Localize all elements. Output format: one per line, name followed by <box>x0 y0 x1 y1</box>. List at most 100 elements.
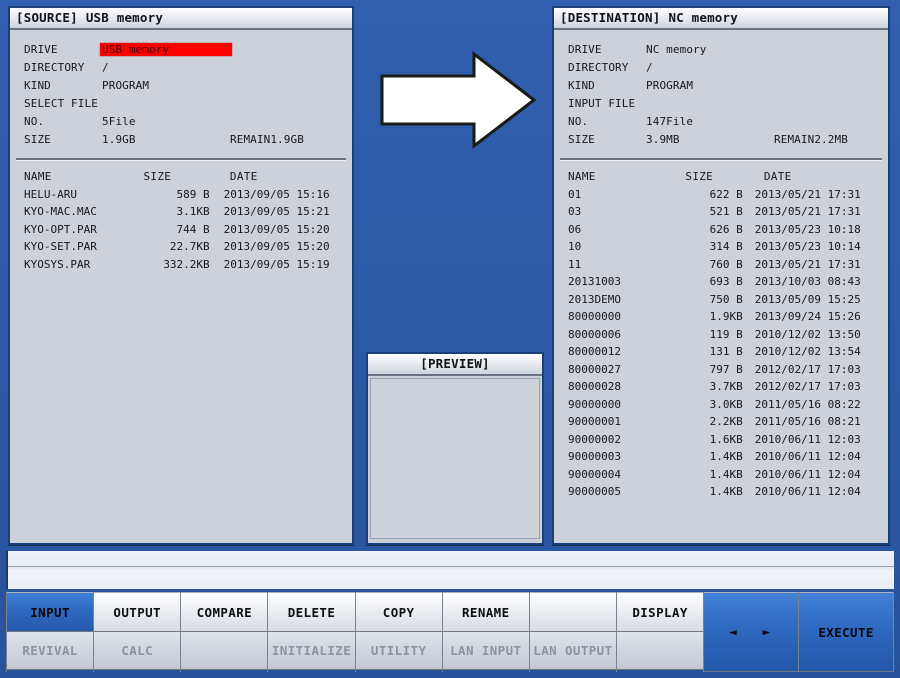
file-row[interactable]: KYO-OPT.PAR 744 B 2013/09/05 15:20 <box>24 221 342 239</box>
file-row[interactable]: 90000000 3.0KB 2011/05/16 08:22 <box>568 396 878 414</box>
source-info-extra: REMAIN1.9GB <box>230 132 304 146</box>
file-row[interactable]: 80000000 1.9KB 2013/09/24 15:26 <box>568 308 878 326</box>
softkey-lan-output[interactable]: LAN OUTPUT <box>529 632 616 670</box>
source-info-label: NO. <box>24 114 45 128</box>
file-date: 2013/10/03 08:43 <box>754 275 861 288</box>
file-row[interactable]: HELU-ARU 589 B 2013/09/05 15:16 <box>24 186 342 204</box>
source-info-row: DIRECTORY / <box>10 58 352 76</box>
file-date: 2013/05/23 10:18 <box>754 222 861 236</box>
file-size: 589 B <box>176 187 210 201</box>
file-row[interactable]: 80000006 119 B 2010/12/02 13:50 <box>568 326 878 344</box>
softkey-column: DISPLAY <box>616 592 705 672</box>
destination-column-header-size: SIZE <box>685 170 714 183</box>
file-date: 2013/05/21 17:31 <box>754 205 861 218</box>
softkey-calc[interactable]: CALC <box>94 632 181 670</box>
file-row[interactable]: 90000002 1.6KB 2010/06/11 12:03 <box>568 431 878 449</box>
softkey-input[interactable]: INPUT <box>7 592 94 632</box>
destination-file-list[interactable]: NAME SIZE DATE 01 622 B 2013/05/21 17:31 03 521… <box>554 161 888 501</box>
source-info-value[interactable]: USB memory <box>100 42 232 56</box>
softkey-empty-top <box>529 592 616 632</box>
destination-info-label: INPUT FILE <box>568 96 636 110</box>
file-name: 03 <box>568 205 582 218</box>
file-row[interactable]: 80000027 797 B 2012/02/17 17:03 <box>568 361 878 379</box>
work-area: [SOURCE] USB memory DRIVE USB memory DIRECT… <box>0 0 900 548</box>
source-info-row: NO. 5File <box>10 112 352 130</box>
file-size: 760 B <box>709 257 743 271</box>
execute-button[interactable]: EXECUTE <box>799 592 894 672</box>
file-row[interactable]: KYO-SET.PAR 22.7KB 2013/09/05 15:20 <box>24 238 342 256</box>
file-name: KYOSYS.PAR <box>24 257 91 271</box>
destination-info-row: DIRECTORY / <box>554 58 888 76</box>
file-size: 797 B <box>709 362 743 376</box>
file-row[interactable]: KYOSYS.PAR 332.2KB 2013/09/05 15:19 <box>24 256 342 274</box>
source-info-row: SIZE 1.9GB REMAIN1.9GB <box>10 130 352 148</box>
file-size: 1.4KB <box>709 450 743 463</box>
destination-info-label: DRIVE <box>568 42 602 56</box>
file-row[interactable]: 80000012 131 B 2010/12/02 13:54 <box>568 343 878 361</box>
source-column-header-name: NAME <box>24 170 52 183</box>
file-name: KYO-OPT.PAR <box>24 222 97 236</box>
file-size: 626 B <box>709 222 743 236</box>
file-size: 750 B <box>709 292 743 306</box>
file-name: 11 <box>568 257 582 271</box>
softkey-compare[interactable]: COMPARE <box>181 592 268 632</box>
source-info-value: 1.9GB <box>102 132 136 146</box>
softkey-revival[interactable]: REVIVAL <box>7 632 94 670</box>
file-size: 119 B <box>709 327 743 341</box>
file-size: 622 B <box>709 187 743 201</box>
softkey-copy[interactable]: COPY <box>355 592 442 632</box>
file-row[interactable]: 90000004 1.4KB 2010/06/11 12:04 <box>568 466 878 484</box>
softkey-column: DELETE INITIALIZE <box>268 592 356 672</box>
destination-file-header: NAME SIZE DATE <box>568 168 878 186</box>
file-row[interactable]: 20131003 693 B 2013/10/03 08:43 <box>568 273 878 291</box>
source-title-key: [SOURCE] <box>16 10 78 25</box>
file-row[interactable]: KYO-MAC.MAC 3.1KB 2013/09/05 15:21 <box>24 203 342 221</box>
source-info-value: PROGRAM <box>102 78 150 92</box>
transfer-direction-indicator <box>378 48 538 152</box>
file-row[interactable]: 06 626 B 2013/05/23 10:18 <box>568 221 878 239</box>
softkey-display[interactable]: DISPLAY <box>616 592 704 632</box>
file-name: 2013DEMO <box>568 292 621 306</box>
softkey-lan-input[interactable]: LAN INPUT <box>442 632 529 670</box>
destination-panel: [DESTINATION] NC memory DRIVE NC memory DIR… <box>552 6 890 545</box>
source-info-value: 5File <box>102 114 136 128</box>
file-row[interactable]: 03 521 B 2013/05/21 17:31 <box>568 203 878 221</box>
softkey-paging-column: ◄ ► <box>704 592 800 672</box>
softkey-output[interactable]: OUTPUT <box>94 592 181 632</box>
softkey-rename[interactable]: RENAME <box>442 592 529 632</box>
file-row[interactable]: 80000028 3.7KB 2012/02/17 17:03 <box>568 378 878 396</box>
destination-panel-body: DRIVE NC memory DIRECTORY / KIND PROGRAM INPUT… <box>554 30 888 543</box>
file-date: 2010/06/11 12:04 <box>754 450 861 463</box>
file-row[interactable]: 90000003 1.4KB 2010/06/11 12:04 <box>568 448 878 466</box>
source-info-label: KIND <box>24 78 51 92</box>
file-date: 2013/09/05 15:16 <box>223 187 330 201</box>
status-strip-rule <box>8 566 894 567</box>
source-info-label: SELECT FILE <box>24 96 98 110</box>
destination-info-block: DRIVE NC memory DIRECTORY / KIND PROGRAM INPUT… <box>554 30 888 152</box>
source-info-row: DRIVE USB memory <box>10 40 352 58</box>
file-name: 80000027 <box>568 362 621 376</box>
file-row[interactable]: 11 760 B 2013/05/21 17:31 <box>568 256 878 274</box>
file-size: 693 B <box>709 275 743 288</box>
softkey-utility[interactable]: UTILITY <box>355 632 442 670</box>
destination-info-extra: REMAIN2.2MB <box>774 132 848 146</box>
source-info-label: DIRECTORY <box>24 60 85 74</box>
source-file-list[interactable]: NAME SIZE DATE HELU-ARU 589 B 2013/09/05 15:1… <box>10 161 352 273</box>
destination-info-label: DIRECTORY <box>568 60 629 74</box>
file-row[interactable]: 10 314 B 2013/05/23 10:14 <box>568 238 878 256</box>
file-date: 2013/05/21 17:31 <box>754 257 861 271</box>
softkey-delete[interactable]: DELETE <box>268 592 355 632</box>
source-column-header-size: SIZE <box>143 170 172 183</box>
source-panel: [SOURCE] USB memory DRIVE USB memory DIRECT… <box>8 6 354 545</box>
file-size: 1.4KB <box>709 467 743 481</box>
file-name: 80000006 <box>568 327 621 341</box>
file-row[interactable]: 01 622 B 2013/05/21 17:31 <box>568 186 878 204</box>
page-left-right-icon[interactable]: ◄ ► <box>704 592 799 672</box>
file-row[interactable]: 90000005 1.4KB 2010/06/11 12:04 <box>568 483 878 501</box>
file-row[interactable]: 90000001 2.2KB 2011/05/16 08:21 <box>568 413 878 431</box>
softkey-column: COPY UTILITY <box>355 592 443 672</box>
softkey-column: OUTPUT CALC <box>94 592 182 672</box>
softkey-initialize[interactable]: INITIALIZE <box>268 632 355 670</box>
file-row[interactable]: 2013DEMO 750 B 2013/05/09 15:25 <box>568 291 878 309</box>
file-date: 2011/05/16 08:22 <box>754 397 861 411</box>
